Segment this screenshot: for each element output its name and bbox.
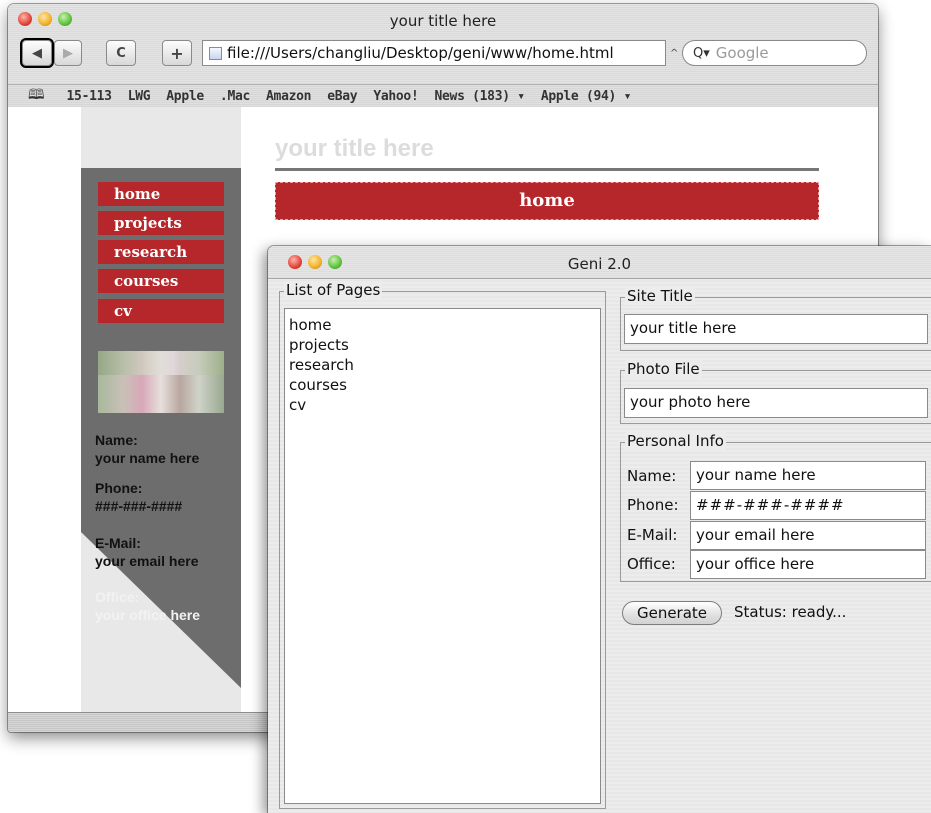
phone-field[interactable]: ###-###-#### — [690, 491, 926, 520]
search-input[interactable]: Q▾ Google — [682, 40, 867, 66]
info-value: ###-###-#### — [95, 498, 183, 514]
add-bookmark-button[interactable]: + — [162, 40, 192, 66]
page-nav-home[interactable]: home — [98, 182, 224, 206]
book-icon[interactable]: 🕮 — [28, 84, 45, 108]
info-label: Office: — [95, 589, 140, 605]
pages-list[interactable]: home projects research courses cv — [284, 308, 601, 804]
info-name: Name: your name here — [95, 431, 199, 467]
list-item[interactable]: home — [289, 315, 596, 335]
site-title-field[interactable]: your title here — [624, 314, 928, 344]
photo-file-legend: Photo File — [625, 360, 702, 378]
office-label: Office: — [627, 555, 676, 573]
page-nav-cv[interactable]: cv — [98, 299, 224, 323]
list-item[interactable]: courses — [289, 375, 596, 395]
info-value: your name here — [95, 450, 200, 466]
page-nav-courses[interactable]: courses — [98, 269, 224, 293]
photo-file-field[interactable]: your photo here — [624, 388, 928, 418]
office-field[interactable]: your office here — [690, 550, 926, 579]
forward-button[interactable]: ▶ — [54, 40, 82, 66]
page-title: your title here — [275, 135, 434, 162]
back-button[interactable]: ◀ — [20, 38, 54, 68]
bookmark-item[interactable]: News (183) ▾ — [434, 89, 525, 104]
profile-photo-overlay — [98, 351, 224, 375]
email-label: E-Mail: — [627, 526, 678, 544]
info-label: E-Mail: — [95, 535, 141, 551]
snapback-icon[interactable]: ^ — [670, 48, 678, 59]
pages-legend: List of Pages — [284, 281, 383, 299]
bookmark-item[interactable]: Amazon — [266, 89, 311, 104]
window-title: Geni 2.0 — [567, 255, 632, 273]
plus-icon: + — [170, 43, 184, 63]
browser-title: your title here — [389, 12, 497, 30]
forward-arrow-icon: ▶ — [63, 45, 73, 61]
back-arrow-icon: ◀ — [32, 45, 42, 61]
bookmark-item[interactable]: Yahoo! — [373, 89, 418, 104]
page-banner: home — [275, 182, 819, 220]
bookmark-item[interactable]: .Mac — [220, 89, 250, 104]
bookmark-item[interactable]: Apple — [166, 89, 204, 104]
browser-toolbar: your title here ◀ ▶ C + file:///Users/ch… — [8, 4, 878, 84]
url-text: file:///Users/changliu/Desktop/geni/www/… — [227, 44, 614, 62]
bookmark-item[interactable]: eBay — [327, 89, 357, 104]
list-item[interactable]: research — [289, 355, 596, 375]
name-label: Name: — [627, 467, 677, 485]
geni-titlebar: Geni 2.0 — [268, 246, 931, 279]
name-field[interactable]: your name here — [690, 461, 926, 490]
address-bar[interactable]: file:///Users/changliu/Desktop/geni/www/… — [202, 40, 666, 66]
page-icon — [209, 46, 222, 60]
bookmark-item[interactable]: LWG — [128, 89, 151, 104]
bookmarks-bar: 🕮 15-113 LWG Apple .Mac Amazon eBay Yaho… — [8, 84, 878, 108]
search-icon: Q▾ — [693, 45, 710, 61]
page-nav-research[interactable]: research — [98, 240, 224, 264]
info-value: your email here — [95, 553, 199, 569]
bookmark-item[interactable]: Apple (94) ▾ — [541, 89, 632, 104]
info-label: Name: — [95, 432, 138, 448]
info-value: your office here — [95, 607, 201, 623]
geni-window: Geni 2.0 List of Pages home projects res… — [268, 246, 931, 813]
info-email: E-Mail: your email here — [95, 534, 199, 570]
list-item[interactable]: projects — [289, 335, 596, 355]
reload-icon: C — [116, 45, 126, 61]
generate-button[interactable]: Generate — [622, 601, 722, 625]
phone-label: Phone: — [627, 496, 679, 514]
email-field[interactable]: your email here — [690, 521, 926, 550]
search-placeholder: Google — [715, 44, 769, 62]
page-nav-projects[interactable]: projects — [98, 211, 224, 235]
list-item[interactable]: cv — [289, 395, 596, 415]
title-divider — [275, 168, 819, 171]
reload-button[interactable]: C — [106, 40, 136, 66]
info-office: Office: your office here — [95, 588, 200, 624]
info-label: Phone: — [95, 480, 143, 496]
bookmark-item[interactable]: 15-113 — [67, 89, 112, 104]
site-title-legend: Site Title — [625, 287, 695, 305]
personal-info-legend: Personal Info — [625, 432, 726, 450]
info-phone: Phone: ###-###-#### — [95, 479, 182, 515]
status-text: Status: ready... — [734, 603, 847, 621]
